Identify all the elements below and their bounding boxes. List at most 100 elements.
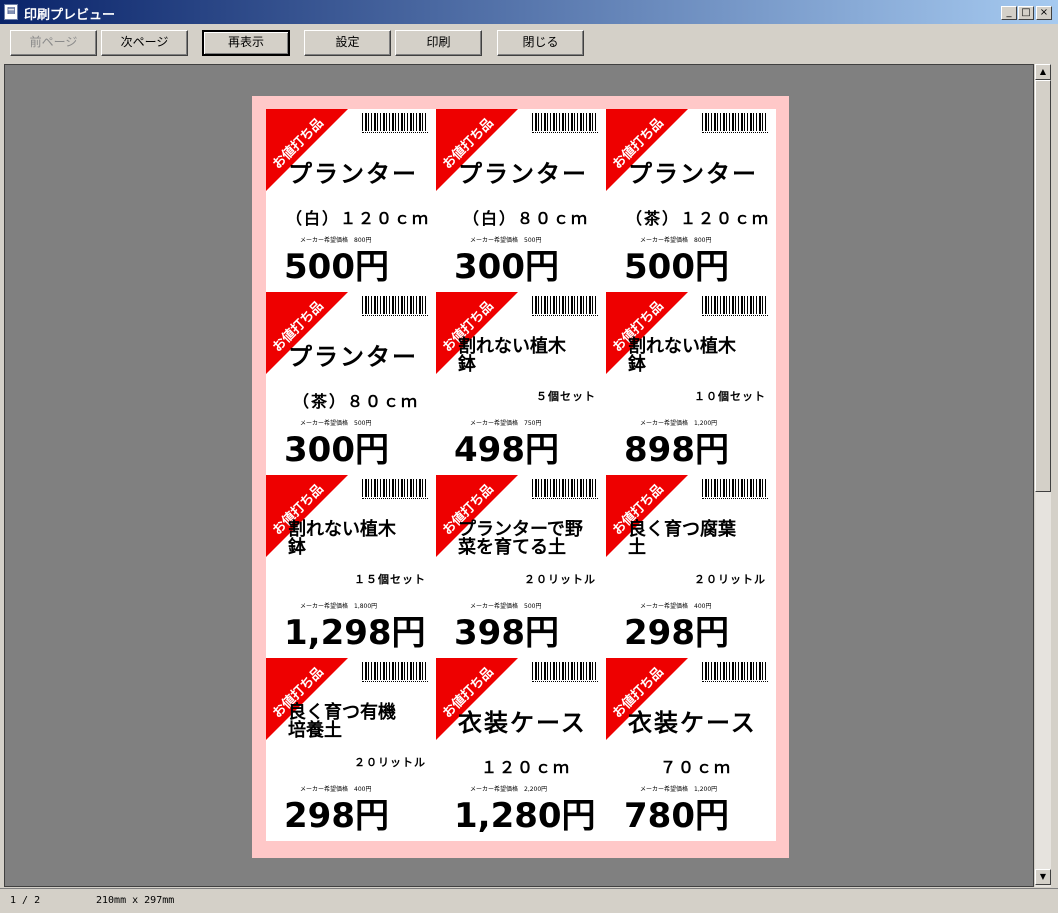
product-name: 良く育つ有機培養土	[288, 702, 396, 741]
reference-price: メーカー希望価格 500円	[300, 420, 372, 427]
sale-price: 1,298円	[284, 613, 426, 653]
price-label: お値打ち品 プランターで野菜を育てる土 ２０リットル メーカー希望価格 500円 398…	[436, 475, 606, 658]
barcode-icon	[362, 296, 428, 314]
barcode-icon	[702, 296, 768, 314]
barcode-digits	[532, 315, 598, 318]
price-label: お値打ち品 良く育つ腐葉土 ２０リットル メーカー希望価格 400円 298円	[606, 475, 776, 658]
barcode-digits	[532, 681, 598, 684]
barcode-icon	[532, 113, 598, 131]
settings-button[interactable]: 設定	[304, 30, 391, 56]
prev-page-button[interactable]: 前ページ	[10, 30, 97, 56]
sale-price: 500円	[284, 247, 389, 287]
barcode-digits	[362, 498, 428, 501]
barcode-digits	[702, 498, 768, 501]
sale-price: 898円	[624, 430, 729, 470]
sale-price: 398円	[454, 613, 559, 653]
sale-price: 780円	[624, 796, 729, 836]
reference-price: メーカー希望価格 750円	[470, 420, 542, 427]
price-label: お値打ち品 割れない植木鉢 １５個セット メーカー希望価格 1,800円 1,298円	[266, 475, 436, 658]
next-page-button[interactable]: 次ページ	[101, 30, 188, 56]
price-label: お値打ち品 衣装ケース ７０ｃｍ メーカー希望価格 1,200円 780円	[606, 658, 776, 841]
reference-price: メーカー希望価格 400円	[300, 786, 372, 793]
product-spec: ２０リットル	[694, 573, 766, 586]
sale-price: 298円	[284, 796, 389, 836]
price-label: お値打ち品 割れない植木鉢 ５個セット メーカー希望価格 750円 498円	[436, 292, 606, 475]
product-spec: ５個セット	[536, 390, 596, 403]
product-name: 衣装ケース	[458, 709, 587, 737]
reference-price: メーカー希望価格 1,200円	[640, 786, 718, 793]
price-label: お値打ち品 プランター （白）１２０ｃｍ メーカー希望価格 800円 500円	[266, 109, 436, 292]
product-name: プランター	[288, 343, 418, 371]
barcode-icon	[702, 662, 768, 680]
barcode-icon	[532, 479, 598, 497]
product-spec: （茶）１２０ｃｍ	[626, 209, 771, 228]
scroll-down-arrow-icon[interactable]: ▼	[1035, 869, 1051, 885]
sale-price: 500円	[624, 247, 729, 287]
product-spec: ２０リットル	[354, 756, 426, 769]
preview-page: お値打ち品 プランター （白）１２０ｃｍ メーカー希望価格 800円 500円 お値打ち品…	[252, 96, 789, 858]
sale-price: 298円	[624, 613, 729, 653]
barcode-icon	[532, 296, 598, 314]
minimize-button[interactable]: _	[1001, 6, 1017, 20]
preview-area[interactable]: お値打ち品 プランター （白）１２０ｃｍ メーカー希望価格 800円 500円 お値打ち品…	[4, 64, 1034, 887]
barcode-digits	[362, 315, 428, 318]
refresh-button[interactable]: 再表示	[202, 30, 290, 56]
reference-price: メーカー希望価格 400円	[640, 603, 712, 610]
print-button[interactable]: 印刷	[395, 30, 482, 56]
reference-price: メーカー希望価格 500円	[470, 237, 542, 244]
reference-price: メーカー希望価格 800円	[300, 237, 372, 244]
product-name: 割れない植木鉢	[628, 336, 736, 375]
product-name: 衣装ケース	[628, 709, 757, 737]
barcode-icon	[532, 662, 598, 680]
product-spec: １２０ｃｍ	[480, 758, 571, 777]
product-name: 割れない植木鉢	[458, 336, 566, 375]
price-label: お値打ち品 プランター （茶）８０ｃｍ メーカー希望価格 500円 300円	[266, 292, 436, 475]
barcode-digits	[362, 132, 428, 135]
product-name: プランターで野菜を育てる土	[458, 519, 583, 558]
window-title: 印刷プレビュー	[24, 8, 116, 23]
barcode-digits	[702, 315, 768, 318]
sale-price: 498円	[454, 430, 559, 470]
reference-price: メーカー希望価格 2,200円	[470, 786, 548, 793]
product-spec: ７０ｃｍ	[659, 758, 732, 777]
price-label: お値打ち品 衣装ケース １２０ｃｍ メーカー希望価格 2,200円 1,280円	[436, 658, 606, 841]
barcode-icon	[702, 479, 768, 497]
sale-price: 300円	[284, 430, 389, 470]
product-name: 割れない植木鉢	[288, 519, 396, 558]
sale-price: 1,280円	[454, 796, 596, 836]
title-bar: ▤ 印刷プレビュー _ □ ×	[0, 0, 1058, 24]
price-label: お値打ち品 良く育つ有機培養土 ２０リットル メーカー希望価格 400円 298円	[266, 658, 436, 841]
maximize-button[interactable]: □	[1018, 6, 1034, 20]
product-name: プランター	[458, 160, 588, 188]
price-label: お値打ち品 割れない植木鉢 １０個セット メーカー希望価格 1,200円 898円	[606, 292, 776, 475]
status-bar: 1 / 2 210mm x 297mm	[0, 888, 1058, 913]
page-indicator: 1 / 2	[10, 895, 41, 906]
price-label: お値打ち品 プランター （茶）１２０ｃｍ メーカー希望価格 800円 500円	[606, 109, 776, 292]
reference-price: メーカー希望価格 800円	[640, 237, 712, 244]
barcode-icon	[702, 113, 768, 131]
paper-size: 210mm x 297mm	[96, 895, 175, 906]
product-name: プランター	[628, 160, 758, 188]
price-label: お値打ち品 プランター （白）８０ｃｍ メーカー希望価格 500円 300円	[436, 109, 606, 292]
barcode-icon	[362, 479, 428, 497]
sale-price: 300円	[454, 247, 559, 287]
reference-price: メーカー希望価格 1,200円	[640, 420, 718, 427]
barcode-digits	[532, 132, 598, 135]
product-spec: ２０リットル	[524, 573, 596, 586]
product-spec: （茶）８０ｃｍ	[292, 392, 419, 411]
close-window-button[interactable]: ×	[1036, 6, 1052, 20]
product-spec: （白）１２０ｃｍ	[286, 209, 431, 228]
vertical-scrollbar[interactable]: ▲ ▼	[1034, 64, 1051, 887]
barcode-digits	[362, 681, 428, 684]
barcode-digits	[702, 132, 768, 135]
barcode-digits	[532, 498, 598, 501]
scroll-up-arrow-icon[interactable]: ▲	[1035, 64, 1051, 80]
barcode-icon	[362, 662, 428, 680]
product-spec: （白）８０ｃｍ	[462, 209, 589, 228]
product-name: 良く育つ腐葉土	[628, 519, 736, 558]
label-sheet: お値打ち品 プランター （白）１２０ｃｍ メーカー希望価格 800円 500円 お値打ち品…	[266, 109, 776, 841]
close-button[interactable]: 閉じる	[497, 30, 584, 56]
product-name: プランター	[288, 160, 418, 188]
barcode-digits	[702, 681, 768, 684]
scroll-thumb[interactable]	[1035, 80, 1051, 492]
